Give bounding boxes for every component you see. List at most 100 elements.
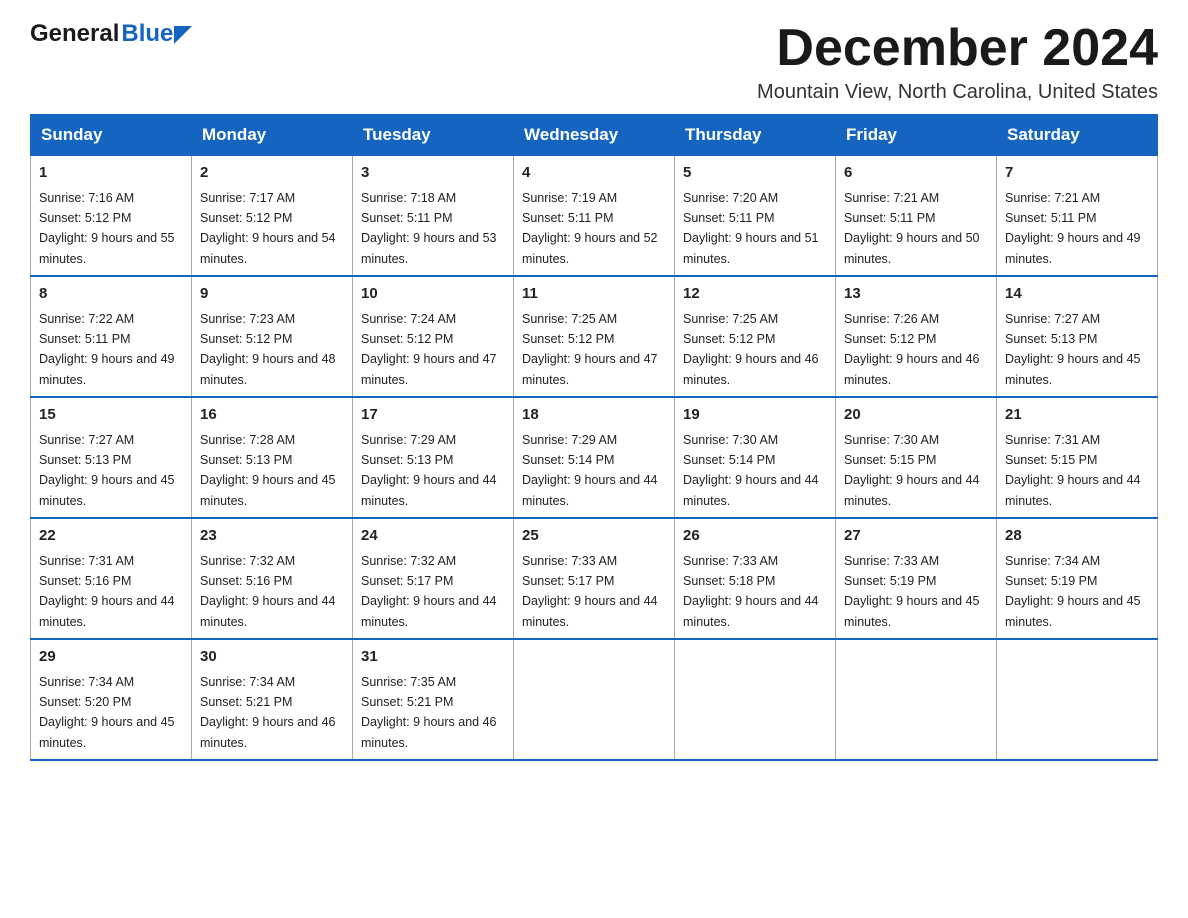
day-number: 23 [200, 525, 344, 548]
col-thursday: Thursday [675, 115, 836, 156]
logo-general-text: General [30, 20, 119, 48]
day-number: 16 [200, 404, 344, 427]
day-info: Sunrise: 7:32 AMSunset: 5:16 PMDaylight:… [200, 554, 336, 629]
col-saturday: Saturday [997, 115, 1158, 156]
day-info: Sunrise: 7:19 AMSunset: 5:11 PMDaylight:… [522, 191, 658, 266]
day-info: Sunrise: 7:28 AMSunset: 5:13 PMDaylight:… [200, 433, 336, 508]
day-info: Sunrise: 7:27 AMSunset: 5:13 PMDaylight:… [39, 433, 175, 508]
calendar-cell: 31 Sunrise: 7:35 AMSunset: 5:21 PMDaylig… [353, 639, 514, 760]
day-number: 26 [683, 525, 827, 548]
calendar-cell: 11 Sunrise: 7:25 AMSunset: 5:12 PMDaylig… [514, 276, 675, 397]
day-info: Sunrise: 7:20 AMSunset: 5:11 PMDaylight:… [683, 191, 819, 266]
day-info: Sunrise: 7:32 AMSunset: 5:17 PMDaylight:… [361, 554, 497, 629]
day-info: Sunrise: 7:33 AMSunset: 5:19 PMDaylight:… [844, 554, 980, 629]
day-info: Sunrise: 7:33 AMSunset: 5:17 PMDaylight:… [522, 554, 658, 629]
calendar-cell [514, 639, 675, 760]
calendar-cell: 23 Sunrise: 7:32 AMSunset: 5:16 PMDaylig… [192, 518, 353, 639]
day-number: 22 [39, 525, 183, 548]
day-number: 2 [200, 162, 344, 185]
calendar-week-row: 8 Sunrise: 7:22 AMSunset: 5:11 PMDayligh… [31, 276, 1158, 397]
calendar-cell: 19 Sunrise: 7:30 AMSunset: 5:14 PMDaylig… [675, 397, 836, 518]
day-number: 9 [200, 283, 344, 306]
calendar-cell: 4 Sunrise: 7:19 AMSunset: 5:11 PMDayligh… [514, 156, 675, 277]
col-friday: Friday [836, 115, 997, 156]
calendar-cell: 20 Sunrise: 7:30 AMSunset: 5:15 PMDaylig… [836, 397, 997, 518]
calendar-week-row: 22 Sunrise: 7:31 AMSunset: 5:16 PMDaylig… [31, 518, 1158, 639]
calendar-body: 1 Sunrise: 7:16 AMSunset: 5:12 PMDayligh… [31, 156, 1158, 761]
logo-blue-part: Blue [121, 22, 192, 46]
day-number: 7 [1005, 162, 1149, 185]
day-info: Sunrise: 7:17 AMSunset: 5:12 PMDaylight:… [200, 191, 336, 266]
col-tuesday: Tuesday [353, 115, 514, 156]
day-info: Sunrise: 7:27 AMSunset: 5:13 PMDaylight:… [1005, 312, 1141, 387]
logo-blue-text: Blue [121, 22, 173, 46]
day-info: Sunrise: 7:30 AMSunset: 5:14 PMDaylight:… [683, 433, 819, 508]
calendar-cell: 6 Sunrise: 7:21 AMSunset: 5:11 PMDayligh… [836, 156, 997, 277]
calendar-cell [997, 639, 1158, 760]
day-number: 15 [39, 404, 183, 427]
calendar-cell: 13 Sunrise: 7:26 AMSunset: 5:12 PMDaylig… [836, 276, 997, 397]
day-number: 14 [1005, 283, 1149, 306]
day-number: 25 [522, 525, 666, 548]
day-info: Sunrise: 7:31 AMSunset: 5:16 PMDaylight:… [39, 554, 175, 629]
calendar-cell: 27 Sunrise: 7:33 AMSunset: 5:19 PMDaylig… [836, 518, 997, 639]
calendar-cell: 10 Sunrise: 7:24 AMSunset: 5:12 PMDaylig… [353, 276, 514, 397]
month-title: December 2024 [757, 20, 1158, 77]
calendar-cell: 29 Sunrise: 7:34 AMSunset: 5:20 PMDaylig… [31, 639, 192, 760]
day-number: 31 [361, 646, 505, 669]
day-number: 6 [844, 162, 988, 185]
day-number: 4 [522, 162, 666, 185]
day-info: Sunrise: 7:25 AMSunset: 5:12 PMDaylight:… [522, 312, 658, 387]
col-sunday: Sunday [31, 115, 192, 156]
day-number: 19 [683, 404, 827, 427]
page-header: General Blue December 2024 Mountain View… [30, 20, 1158, 104]
days-of-week-row: Sunday Monday Tuesday Wednesday Thursday… [31, 115, 1158, 156]
calendar-cell: 5 Sunrise: 7:20 AMSunset: 5:11 PMDayligh… [675, 156, 836, 277]
calendar-week-row: 29 Sunrise: 7:34 AMSunset: 5:20 PMDaylig… [31, 639, 1158, 760]
calendar-header: Sunday Monday Tuesday Wednesday Thursday… [31, 115, 1158, 156]
calendar-cell: 1 Sunrise: 7:16 AMSunset: 5:12 PMDayligh… [31, 156, 192, 277]
calendar-cell: 30 Sunrise: 7:34 AMSunset: 5:21 PMDaylig… [192, 639, 353, 760]
title-area: December 2024 Mountain View, North Carol… [757, 20, 1158, 104]
calendar-cell: 28 Sunrise: 7:34 AMSunset: 5:19 PMDaylig… [997, 518, 1158, 639]
day-number: 10 [361, 283, 505, 306]
day-number: 28 [1005, 525, 1149, 548]
day-info: Sunrise: 7:29 AMSunset: 5:13 PMDaylight:… [361, 433, 497, 508]
day-info: Sunrise: 7:30 AMSunset: 5:15 PMDaylight:… [844, 433, 980, 508]
day-info: Sunrise: 7:16 AMSunset: 5:12 PMDaylight:… [39, 191, 175, 266]
day-number: 27 [844, 525, 988, 548]
calendar-cell: 21 Sunrise: 7:31 AMSunset: 5:15 PMDaylig… [997, 397, 1158, 518]
calendar-cell: 25 Sunrise: 7:33 AMSunset: 5:17 PMDaylig… [514, 518, 675, 639]
day-number: 24 [361, 525, 505, 548]
day-number: 13 [844, 283, 988, 306]
day-info: Sunrise: 7:18 AMSunset: 5:11 PMDaylight:… [361, 191, 497, 266]
day-number: 3 [361, 162, 505, 185]
calendar-cell: 17 Sunrise: 7:29 AMSunset: 5:13 PMDaylig… [353, 397, 514, 518]
day-number: 1 [39, 162, 183, 185]
day-info: Sunrise: 7:23 AMSunset: 5:12 PMDaylight:… [200, 312, 336, 387]
calendar-cell: 9 Sunrise: 7:23 AMSunset: 5:12 PMDayligh… [192, 276, 353, 397]
day-number: 18 [522, 404, 666, 427]
day-info: Sunrise: 7:21 AMSunset: 5:11 PMDaylight:… [844, 191, 980, 266]
calendar-cell: 18 Sunrise: 7:29 AMSunset: 5:14 PMDaylig… [514, 397, 675, 518]
day-number: 5 [683, 162, 827, 185]
location-title: Mountain View, North Carolina, United St… [757, 81, 1158, 104]
calendar-cell: 16 Sunrise: 7:28 AMSunset: 5:13 PMDaylig… [192, 397, 353, 518]
day-number: 29 [39, 646, 183, 669]
day-number: 21 [1005, 404, 1149, 427]
calendar-cell [836, 639, 997, 760]
day-info: Sunrise: 7:34 AMSunset: 5:20 PMDaylight:… [39, 675, 175, 750]
day-number: 8 [39, 283, 183, 306]
calendar-table: Sunday Monday Tuesday Wednesday Thursday… [30, 114, 1158, 761]
day-info: Sunrise: 7:34 AMSunset: 5:21 PMDaylight:… [200, 675, 336, 750]
calendar-cell: 3 Sunrise: 7:18 AMSunset: 5:11 PMDayligh… [353, 156, 514, 277]
day-info: Sunrise: 7:22 AMSunset: 5:11 PMDaylight:… [39, 312, 175, 387]
calendar-cell: 15 Sunrise: 7:27 AMSunset: 5:13 PMDaylig… [31, 397, 192, 518]
logo-triangle-icon [174, 26, 192, 44]
day-number: 20 [844, 404, 988, 427]
day-info: Sunrise: 7:21 AMSunset: 5:11 PMDaylight:… [1005, 191, 1141, 266]
col-monday: Monday [192, 115, 353, 156]
calendar-cell: 26 Sunrise: 7:33 AMSunset: 5:18 PMDaylig… [675, 518, 836, 639]
calendar-cell: 2 Sunrise: 7:17 AMSunset: 5:12 PMDayligh… [192, 156, 353, 277]
day-number: 12 [683, 283, 827, 306]
